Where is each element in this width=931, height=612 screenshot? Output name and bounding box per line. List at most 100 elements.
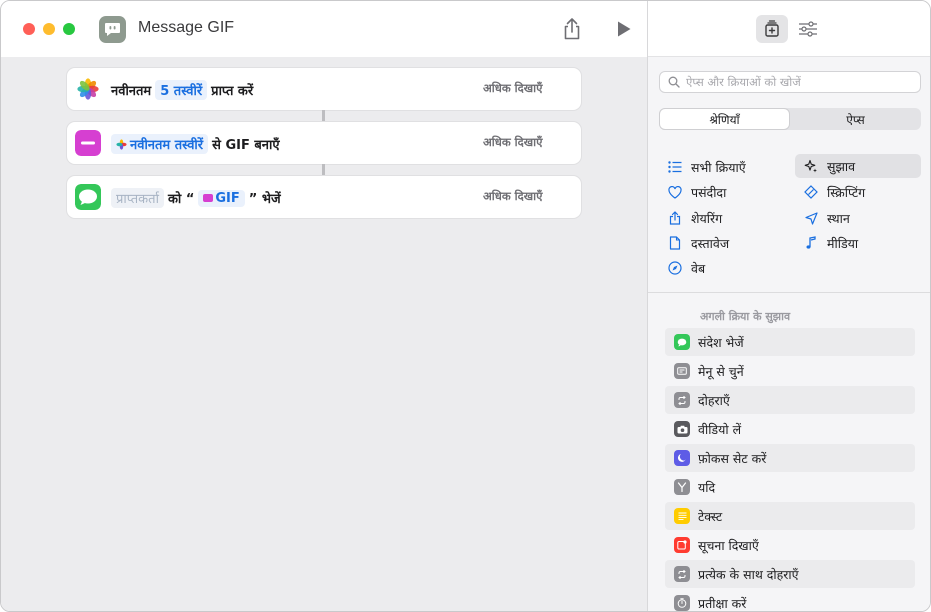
- tab-categories[interactable]: श्रेणियाँ: [660, 109, 789, 129]
- editor-pane: Message GIF नवीनतम 5 तस्वीरें प्राप्त कर…: [1, 1, 647, 611]
- count-parameter-token[interactable]: 5 तस्वीरें: [155, 80, 208, 100]
- shortcut-icon[interactable]: [99, 16, 126, 43]
- message-icon: [674, 334, 690, 350]
- category-suggestions[interactable]: सुझाव: [795, 154, 921, 178]
- gif-app-icon: [75, 130, 101, 156]
- action-library-pane: श्रेणियाँ ऐप्स सभी क्रियाएँ सुझाव पसंदीद…: [647, 1, 930, 611]
- category-favorites[interactable]: पसंदीदा: [665, 180, 795, 204]
- action-summary: नवीनतम तस्वीरें से GIF बनाएँ: [111, 134, 280, 154]
- search-icon: [668, 76, 680, 88]
- shortcuts-window: Message GIF नवीनतम 5 तस्वीरें प्राप्त कर…: [0, 0, 931, 612]
- action-text: को “: [167, 192, 195, 207]
- category-label: मीडिया: [827, 235, 859, 251]
- show-more-button[interactable]: अधिक दिखाएँ: [483, 135, 543, 150]
- action-library-button[interactable]: [756, 15, 788, 43]
- details-button[interactable]: [796, 15, 820, 43]
- moon-icon: [674, 450, 690, 466]
- suggestion-label: संदेश भेजें: [698, 334, 744, 350]
- text-icon: [674, 508, 690, 524]
- suggestion-item[interactable]: मेनू से चुनें: [665, 357, 915, 385]
- suggestion-item[interactable]: प्रतीक्षा करें: [665, 589, 915, 611]
- category-label: सुझाव: [827, 158, 856, 174]
- suggestion-label: टेक्स्ट: [698, 508, 723, 524]
- titlebar: Message GIF: [1, 1, 647, 57]
- scripting-icon: [803, 184, 819, 200]
- music-note-icon: [803, 235, 819, 251]
- zoom-window-button[interactable]: [63, 23, 75, 35]
- library-add-icon: [765, 20, 779, 37]
- play-icon[interactable]: [615, 19, 633, 39]
- category-label: वेब: [691, 260, 706, 276]
- category-media[interactable]: मीडिया: [795, 231, 921, 255]
- action-text: प्राप्त करें: [211, 84, 254, 99]
- suggestion-label: फ़ोकस सेट करें: [698, 450, 767, 466]
- suggestion-label: वीडियो लें: [698, 421, 742, 437]
- section-divider: [648, 292, 930, 293]
- suggestions-header: अगली क्रिया के सुझाव: [700, 310, 791, 323]
- show-more-button[interactable]: अधिक दिखाएँ: [483, 81, 543, 96]
- token-label: GIF: [215, 190, 240, 206]
- recipient-placeholder-token[interactable]: प्राप्तकर्ता: [111, 188, 164, 208]
- category-label: दस्तावेज: [691, 235, 730, 251]
- gif-mini-icon: [203, 193, 214, 202]
- suggestion-item[interactable]: फ़ोकस सेट करें: [665, 444, 915, 472]
- action-summary: प्राप्तकर्ता को “ GIF ” भेजें: [111, 188, 281, 208]
- action-send-message[interactable]: प्राप्तकर्ता को “ GIF ” भेजें अधिक दिखाए…: [67, 176, 581, 218]
- window-title: Message GIF: [138, 19, 235, 36]
- share-icon: [667, 210, 683, 226]
- token-label: नवीनतम तस्वीरें: [130, 138, 204, 153]
- suggestion-item[interactable]: संदेश भेजें: [665, 328, 915, 356]
- category-web[interactable]: वेब: [665, 256, 795, 280]
- show-more-button[interactable]: अधिक दिखाएँ: [483, 189, 543, 204]
- location-arrow-icon: [803, 210, 819, 226]
- action-get-latest-photos[interactable]: नवीनतम 5 तस्वीरें प्राप्त करें अधिक दिखा…: [67, 68, 581, 110]
- search-input[interactable]: [686, 74, 912, 90]
- suggestion-label: प्रतीक्षा करें: [698, 595, 747, 611]
- action-make-gif[interactable]: नवीनतम तस्वीरें से GIF बनाएँ अधिक दिखाएँ: [67, 122, 581, 164]
- category-label: सभी क्रियाएँ: [691, 159, 746, 175]
- suggestion-label: सूचना दिखाएँ: [698, 537, 759, 553]
- suggestion-item[interactable]: यदि: [665, 473, 915, 501]
- repeat-icon: [674, 392, 690, 408]
- category-label: पसंदीदा: [691, 184, 727, 200]
- search-field[interactable]: [659, 71, 921, 93]
- action-connector: [322, 164, 325, 176]
- library-segmented-control: श्रेणियाँ ऐप्स: [659, 108, 921, 130]
- list-icon: [667, 159, 683, 175]
- category-documents[interactable]: दस्तावेज: [665, 231, 795, 255]
- sparkles-icon: [803, 158, 819, 174]
- timer-icon: [674, 595, 690, 611]
- suggestion-item[interactable]: टेक्स्ट: [665, 502, 915, 530]
- notification-icon: [674, 537, 690, 553]
- photos-variable-token[interactable]: नवीनतम तस्वीरें: [111, 134, 209, 154]
- category-location[interactable]: स्थान: [795, 206, 921, 230]
- suggestion-label: दोहराएँ: [698, 392, 730, 408]
- document-icon: [667, 235, 683, 251]
- category-label: स्थान: [827, 210, 850, 226]
- tab-apps[interactable]: ऐप्स: [791, 109, 920, 129]
- action-text: नवीनतम: [111, 84, 152, 99]
- suggestion-item[interactable]: प्रत्येक के साथ दोहराएँ: [665, 560, 915, 588]
- action-connector: [322, 110, 325, 122]
- category-label: शेयरिंग: [691, 210, 723, 226]
- suggestion-item[interactable]: सूचना दिखाएँ: [665, 531, 915, 559]
- category-all-actions[interactable]: सभी क्रियाएँ: [665, 155, 795, 179]
- sliders-icon: [799, 21, 817, 37]
- repeat-each-icon: [674, 566, 690, 582]
- category-scripting[interactable]: स्क्रिप्टिंग: [795, 180, 921, 204]
- category-sharing[interactable]: शेयरिंग: [665, 206, 795, 230]
- gif-variable-token[interactable]: GIF: [198, 189, 245, 207]
- suggestion-item[interactable]: वीडियो लें: [665, 415, 915, 443]
- library-toolbar: [648, 1, 930, 57]
- photos-app-icon: [75, 76, 101, 102]
- suggestion-item[interactable]: दोहराएँ: [665, 386, 915, 414]
- category-label: स्क्रिप्टिंग: [827, 184, 866, 200]
- suggestion-label: मेनू से चुनें: [698, 363, 744, 379]
- action-summary: नवीनतम 5 तस्वीरें प्राप्त करें: [111, 80, 253, 100]
- message-bubble-icon: [105, 23, 120, 36]
- action-text: ” भेजें: [248, 192, 281, 207]
- photos-mini-icon: [116, 139, 127, 150]
- minimize-window-button[interactable]: [43, 23, 55, 35]
- share-icon[interactable]: [561, 17, 583, 41]
- close-window-button[interactable]: [23, 23, 35, 35]
